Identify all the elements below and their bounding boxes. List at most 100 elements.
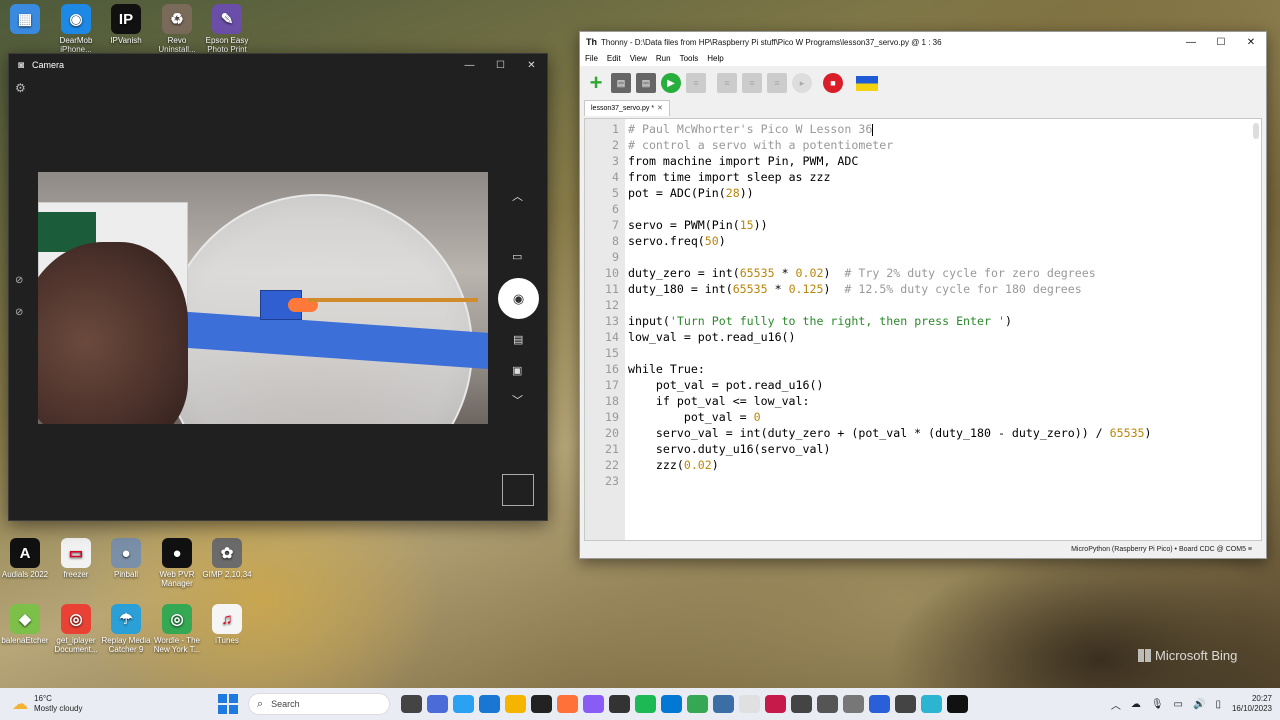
desktop-icon[interactable]: ● Pinball — [99, 538, 153, 579]
clock[interactable]: 20:27 16/10/2023 — [1232, 694, 1272, 714]
chevron-down-icon[interactable]: ﹀ — [512, 392, 523, 408]
taskbar-app-icon[interactable] — [894, 695, 916, 713]
step-into-icon[interactable]: ≡ — [742, 73, 762, 93]
menu-run[interactable]: Run — [656, 52, 671, 66]
taskbar-app-icon[interactable] — [764, 695, 786, 713]
taskbar-app-icon[interactable] — [920, 695, 942, 713]
debug-icon[interactable]: ≡ — [686, 73, 706, 93]
stop-icon[interactable]: ■ — [823, 73, 843, 93]
desktop-icon[interactable]: ✎ Epson Easy Photo Print — [200, 4, 254, 54]
desktop-icon[interactable]: ▦ — [0, 4, 52, 36]
taskbar-app-icon[interactable] — [712, 695, 734, 713]
taskbar-app-icon[interactable] — [842, 695, 864, 713]
desktop-icon[interactable]: A Audials 2022 — [0, 538, 52, 579]
desktop-icon[interactable]: ◆ balenaEtcher — [0, 604, 52, 645]
network-icon[interactable]: ▭ — [1174, 699, 1183, 710]
desktop-icon[interactable]: ● Web PVR Manager — [150, 538, 204, 588]
taskbar-app-icon[interactable] — [634, 695, 656, 713]
close-tab-icon[interactable]: ✕ — [657, 105, 663, 112]
weather-widget[interactable]: ☁ 16°C Mostly cloudy — [0, 694, 200, 714]
line-number: 2 — [612, 138, 619, 152]
scan-mode-icon[interactable]: ▣ — [512, 364, 522, 377]
bing-watermark[interactable]: Microsoft Bing — [1138, 648, 1237, 663]
start-button[interactable] — [218, 694, 238, 714]
camera-titlebar[interactable]: ◙ Camera — ☐ ✕ — [9, 54, 547, 76]
step-out-icon[interactable]: ≡ — [767, 73, 787, 93]
taskbar-app-icon[interactable] — [400, 695, 422, 713]
step-over-icon[interactable]: ≡ — [717, 73, 737, 93]
taskbar-app-icon[interactable] — [452, 695, 474, 713]
taskbar-app-icon[interactable] — [660, 695, 682, 713]
code-area[interactable]: # Paul McWhorter's Pico W Lesson 36 # co… — [625, 119, 1261, 540]
taskbar-app-icon[interactable] — [504, 695, 526, 713]
close-icon[interactable]: ✕ — [1236, 37, 1266, 48]
taskbar-app-icon[interactable] — [556, 695, 578, 713]
new-file-icon[interactable]: + — [586, 70, 606, 95]
menu-tools[interactable]: Tools — [680, 52, 699, 66]
menu-file[interactable]: File — [585, 52, 598, 66]
taskbar-app-icon[interactable] — [790, 695, 812, 713]
desktop-icon[interactable]: IP IPVanish — [99, 4, 153, 45]
taskbar-search[interactable]: ⌕ Search — [248, 693, 390, 715]
show-hidden-icon[interactable]: ︿ — [1111, 697, 1121, 712]
taskbar-app-icon[interactable] — [530, 695, 552, 713]
line-number: 12 — [605, 298, 619, 312]
menu-view[interactable]: View — [630, 52, 647, 66]
desktop-icon[interactable]: ◉ DearMob iPhone... — [49, 4, 103, 54]
desktop-icon[interactable]: ♻ Revo Uninstall... — [150, 4, 204, 54]
taskbar-app-icon[interactable] — [426, 695, 448, 713]
desktop-icon[interactable]: ✿ GIMP 2.10.34 — [200, 538, 254, 579]
code-editor[interactable]: 1 2 3 4 5 6 7 8 9 10 11 12 13 14 15 16 17 18 19 20 21 22 23 # … — [584, 118, 1262, 541]
desktop-icon[interactable]: ◎ Wordle - The New York T... — [150, 604, 204, 654]
maximize-icon[interactable]: ☐ — [485, 60, 516, 71]
battery-icon[interactable]: ▯ — [1215, 699, 1221, 710]
microphone-icon[interactable]: 🎙 — [1151, 699, 1164, 710]
desktop-app-icon: ♫ — [212, 604, 242, 634]
desktop-icon-label: balenaEtcher — [1, 636, 49, 645]
open-file-icon[interactable]: ▤ — [611, 73, 631, 93]
gallery-thumbnail[interactable] — [502, 474, 534, 506]
document-mode-icon[interactable]: ▤ — [513, 333, 523, 346]
thonny-window[interactable]: Th Thonny - D:\Data files from HP\Raspbe… — [579, 31, 1267, 559]
taskbar-app-icon[interactable] — [946, 695, 968, 713]
timer-off-icon[interactable]: ⊘ — [15, 307, 23, 318]
chevron-up-icon[interactable]: ︿ — [512, 188, 523, 204]
line-number: 19 — [605, 410, 619, 424]
taskbar-app-icon[interactable] — [868, 695, 890, 713]
run-icon[interactable]: ▶ — [661, 73, 681, 93]
camera-title: Camera — [32, 60, 65, 70]
menu-help[interactable]: Help — [707, 52, 723, 66]
save-file-icon[interactable]: ▤ — [636, 73, 656, 93]
settings-gear-icon[interactable]: ⚙ — [15, 81, 26, 95]
thonny-titlebar[interactable]: Th Thonny - D:\Data files from HP\Raspbe… — [580, 32, 1266, 52]
system-tray: ︿ ☁ 🎙 ▭ 🔊 ▯ 20:27 16/10/2023 — [1106, 694, 1280, 714]
taskbar-app-icon[interactable] — [478, 695, 500, 713]
desktop-icon[interactable]: ☂ Replay Media Catcher 9 — [99, 604, 153, 654]
ukraine-flag-icon[interactable] — [856, 75, 878, 91]
menu-edit[interactable]: Edit — [607, 52, 621, 66]
cloud-icon[interactable]: ☁ — [1131, 699, 1141, 710]
close-icon[interactable]: ✕ — [516, 60, 547, 71]
hdr-off-icon[interactable]: ⊘ — [15, 275, 23, 286]
shutter-button[interactable]: ◉ — [498, 278, 539, 319]
status-bar[interactable]: MicroPython (Raspberry Pi Pico) • Board … — [580, 541, 1266, 558]
maximize-icon[interactable]: ☐ — [1206, 37, 1236, 48]
taskbar-app-icon[interactable] — [686, 695, 708, 713]
minimize-icon[interactable]: — — [454, 60, 485, 71]
tab-lesson37-servo[interactable]: lesson37_servo.py * ✕ — [584, 100, 670, 116]
taskbar-app-icon[interactable] — [816, 695, 838, 713]
desktop-icon[interactable]: ◎ get_iplayer Document... — [49, 604, 103, 654]
camera-window[interactable]: ◙ Camera — ☐ ✕ ⚙ ⊘ ⊘ ︿ ▭ ◉ ▤ ▣ ﹀ — [8, 53, 548, 521]
taskbar-app-icon[interactable] — [608, 695, 630, 713]
desktop-app-icon: ◉ — [61, 4, 91, 34]
taskbar-app-icon[interactable] — [582, 695, 604, 713]
desktop-icon[interactable]: ♫ iTunes — [200, 604, 254, 645]
video-mode-icon[interactable]: ▭ — [512, 250, 522, 263]
taskbar-app-icon[interactable] — [738, 695, 760, 713]
desktop-icon[interactable]: ▭ freezer — [49, 538, 103, 579]
vertical-scrollbar[interactable] — [1253, 123, 1259, 139]
minimize-icon[interactable]: — — [1176, 37, 1206, 48]
volume-icon[interactable]: 🔊 — [1193, 699, 1205, 710]
resume-icon[interactable]: ▸ — [792, 73, 812, 93]
